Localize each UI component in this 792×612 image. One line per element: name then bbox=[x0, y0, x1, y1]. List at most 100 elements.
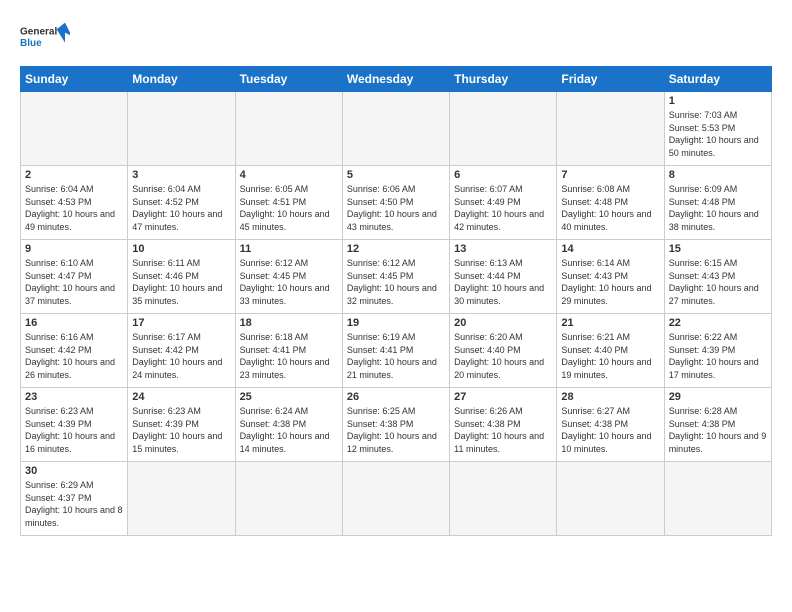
svg-text:Blue: Blue bbox=[20, 38, 42, 49]
day-number: 1 bbox=[669, 95, 767, 107]
calendar-cell bbox=[664, 462, 771, 536]
day-info: Sunrise: 6:10 AM Sunset: 4:47 PM Dayligh… bbox=[25, 257, 123, 307]
day-info: Sunrise: 6:06 AM Sunset: 4:50 PM Dayligh… bbox=[347, 183, 445, 233]
day-number: 11 bbox=[240, 243, 338, 255]
day-info: Sunrise: 6:23 AM Sunset: 4:39 PM Dayligh… bbox=[25, 405, 123, 455]
calendar-week-row: 16Sunrise: 6:16 AM Sunset: 4:42 PM Dayli… bbox=[21, 314, 772, 388]
calendar-cell: 11 Sunrise: 6:12 AM Sunset: 4:45 PM Dayli… bbox=[235, 240, 342, 314]
calendar-week-row: 30Sunrise: 6:29 AM Sunset: 4:37 PM Dayli… bbox=[21, 462, 772, 536]
weekday-header-sunday: Sunday bbox=[21, 67, 128, 92]
day-info: Sunrise: 6:08 AM Sunset: 4:48 PM Dayligh… bbox=[561, 183, 659, 233]
weekday-header-thursday: Thursday bbox=[450, 67, 557, 92]
calendar-cell bbox=[342, 92, 449, 166]
calendar-cell: 4 Sunrise: 6:05 AM Sunset: 4:51 PM Daylig… bbox=[235, 166, 342, 240]
weekday-header-row: SundayMondayTuesdayWednesdayThursdayFrid… bbox=[21, 67, 772, 92]
day-number: 24 bbox=[132, 391, 230, 403]
day-info: Sunrise: 6:17 AM Sunset: 4:42 PM Dayligh… bbox=[132, 331, 230, 381]
calendar-week-row: 9Sunrise: 6:10 AM Sunset: 4:47 PM Daylig… bbox=[21, 240, 772, 314]
day-info: Sunrise: 6:13 AM Sunset: 4:44 PM Dayligh… bbox=[454, 257, 552, 307]
day-number: 2 bbox=[25, 169, 123, 181]
calendar-cell: 16Sunrise: 6:16 AM Sunset: 4:42 PM Dayli… bbox=[21, 314, 128, 388]
header: General Blue bbox=[20, 16, 772, 56]
day-info: Sunrise: 6:15 AM Sunset: 4:43 PM Dayligh… bbox=[669, 257, 767, 307]
day-number: 7 bbox=[561, 169, 659, 181]
calendar-cell: 2 Sunrise: 6:04 AM Sunset: 4:53 PM Daylig… bbox=[21, 166, 128, 240]
calendar-week-row: 2 Sunrise: 6:04 AM Sunset: 4:53 PM Daylig… bbox=[21, 166, 772, 240]
day-number: 8 bbox=[669, 169, 767, 181]
day-info: Sunrise: 6:19 AM Sunset: 4:41 PM Dayligh… bbox=[347, 331, 445, 381]
day-info: Sunrise: 6:18 AM Sunset: 4:41 PM Dayligh… bbox=[240, 331, 338, 381]
day-number: 20 bbox=[454, 317, 552, 329]
day-number: 3 bbox=[132, 169, 230, 181]
calendar-cell bbox=[342, 462, 449, 536]
day-info: Sunrise: 6:04 AM Sunset: 4:53 PM Dayligh… bbox=[25, 183, 123, 233]
day-info: Sunrise: 6:05 AM Sunset: 4:51 PM Dayligh… bbox=[240, 183, 338, 233]
weekday-header-saturday: Saturday bbox=[664, 67, 771, 92]
calendar-table: SundayMondayTuesdayWednesdayThursdayFrid… bbox=[20, 66, 772, 536]
generalblue-logo-icon: General Blue bbox=[20, 16, 70, 56]
calendar-cell: 3 Sunrise: 6:04 AM Sunset: 4:52 PM Daylig… bbox=[128, 166, 235, 240]
day-number: 14 bbox=[561, 243, 659, 255]
calendar-cell bbox=[235, 462, 342, 536]
day-info: Sunrise: 6:14 AM Sunset: 4:43 PM Dayligh… bbox=[561, 257, 659, 307]
calendar-cell bbox=[557, 462, 664, 536]
calendar-cell bbox=[128, 92, 235, 166]
day-info: Sunrise: 6:21 AM Sunset: 4:40 PM Dayligh… bbox=[561, 331, 659, 381]
day-info: Sunrise: 6:20 AM Sunset: 4:40 PM Dayligh… bbox=[454, 331, 552, 381]
calendar-cell bbox=[128, 462, 235, 536]
day-number: 4 bbox=[240, 169, 338, 181]
day-info: Sunrise: 6:12 AM Sunset: 4:45 PM Dayligh… bbox=[347, 257, 445, 307]
day-number: 25 bbox=[240, 391, 338, 403]
day-number: 15 bbox=[669, 243, 767, 255]
calendar-cell: 29Sunrise: 6:28 AM Sunset: 4:38 PM Dayli… bbox=[664, 388, 771, 462]
calendar-cell: 27Sunrise: 6:26 AM Sunset: 4:38 PM Dayli… bbox=[450, 388, 557, 462]
calendar-cell: 8 Sunrise: 6:09 AM Sunset: 4:48 PM Daylig… bbox=[664, 166, 771, 240]
calendar-cell: 20 Sunrise: 6:20 AM Sunset: 4:40 PM Dayli… bbox=[450, 314, 557, 388]
calendar-cell: 25 Sunrise: 6:24 AM Sunset: 4:38 PM Dayli… bbox=[235, 388, 342, 462]
calendar-cell: 18Sunrise: 6:18 AM Sunset: 4:41 PM Dayli… bbox=[235, 314, 342, 388]
day-info: Sunrise: 6:04 AM Sunset: 4:52 PM Dayligh… bbox=[132, 183, 230, 233]
day-info: Sunrise: 6:16 AM Sunset: 4:42 PM Dayligh… bbox=[25, 331, 123, 381]
calendar-week-row: 1 Sunrise: 7:03 AM Sunset: 5:53 PM Daylig… bbox=[21, 92, 772, 166]
calendar-cell bbox=[450, 462, 557, 536]
day-number: 19 bbox=[347, 317, 445, 329]
calendar-week-row: 23 Sunrise: 6:23 AM Sunset: 4:39 PM Dayli… bbox=[21, 388, 772, 462]
calendar-cell: 26 Sunrise: 6:25 AM Sunset: 4:38 PM Dayli… bbox=[342, 388, 449, 462]
calendar-cell: 17 Sunrise: 6:17 AM Sunset: 4:42 PM Dayli… bbox=[128, 314, 235, 388]
page: General Blue SundayMondayTuesdayWednesda… bbox=[0, 0, 792, 612]
day-info: Sunrise: 6:09 AM Sunset: 4:48 PM Dayligh… bbox=[669, 183, 767, 233]
day-number: 22 bbox=[669, 317, 767, 329]
day-number: 12 bbox=[347, 243, 445, 255]
day-info: Sunrise: 6:27 AM Sunset: 4:38 PM Dayligh… bbox=[561, 405, 659, 455]
svg-text:General: General bbox=[20, 26, 57, 37]
day-number: 6 bbox=[454, 169, 552, 181]
calendar-cell: 6Sunrise: 6:07 AM Sunset: 4:49 PM Daylig… bbox=[450, 166, 557, 240]
day-info: Sunrise: 6:25 AM Sunset: 4:38 PM Dayligh… bbox=[347, 405, 445, 455]
calendar-cell: 5Sunrise: 6:06 AM Sunset: 4:50 PM Daylig… bbox=[342, 166, 449, 240]
day-number: 30 bbox=[25, 465, 123, 477]
calendar-cell: 14 Sunrise: 6:14 AM Sunset: 4:43 PM Dayli… bbox=[557, 240, 664, 314]
calendar-cell: 12 Sunrise: 6:12 AM Sunset: 4:45 PM Dayli… bbox=[342, 240, 449, 314]
calendar-cell: 9Sunrise: 6:10 AM Sunset: 4:47 PM Daylig… bbox=[21, 240, 128, 314]
calendar-cell bbox=[235, 92, 342, 166]
calendar-cell: 15 Sunrise: 6:15 AM Sunset: 4:43 PM Dayli… bbox=[664, 240, 771, 314]
day-number: 17 bbox=[132, 317, 230, 329]
calendar-cell bbox=[557, 92, 664, 166]
day-info: Sunrise: 6:23 AM Sunset: 4:39 PM Dayligh… bbox=[132, 405, 230, 455]
day-info: Sunrise: 7:03 AM Sunset: 5:53 PM Dayligh… bbox=[669, 109, 767, 159]
day-number: 28 bbox=[561, 391, 659, 403]
calendar-cell: 21Sunrise: 6:21 AM Sunset: 4:40 PM Dayli… bbox=[557, 314, 664, 388]
calendar-cell: 22Sunrise: 6:22 AM Sunset: 4:39 PM Dayli… bbox=[664, 314, 771, 388]
weekday-header-friday: Friday bbox=[557, 67, 664, 92]
weekday-header-tuesday: Tuesday bbox=[235, 67, 342, 92]
day-number: 29 bbox=[669, 391, 767, 403]
day-info: Sunrise: 6:12 AM Sunset: 4:45 PM Dayligh… bbox=[240, 257, 338, 307]
calendar-cell bbox=[450, 92, 557, 166]
weekday-header-monday: Monday bbox=[128, 67, 235, 92]
day-info: Sunrise: 6:24 AM Sunset: 4:38 PM Dayligh… bbox=[240, 405, 338, 455]
calendar-cell bbox=[21, 92, 128, 166]
day-number: 13 bbox=[454, 243, 552, 255]
day-number: 23 bbox=[25, 391, 123, 403]
day-number: 27 bbox=[454, 391, 552, 403]
day-number: 26 bbox=[347, 391, 445, 403]
